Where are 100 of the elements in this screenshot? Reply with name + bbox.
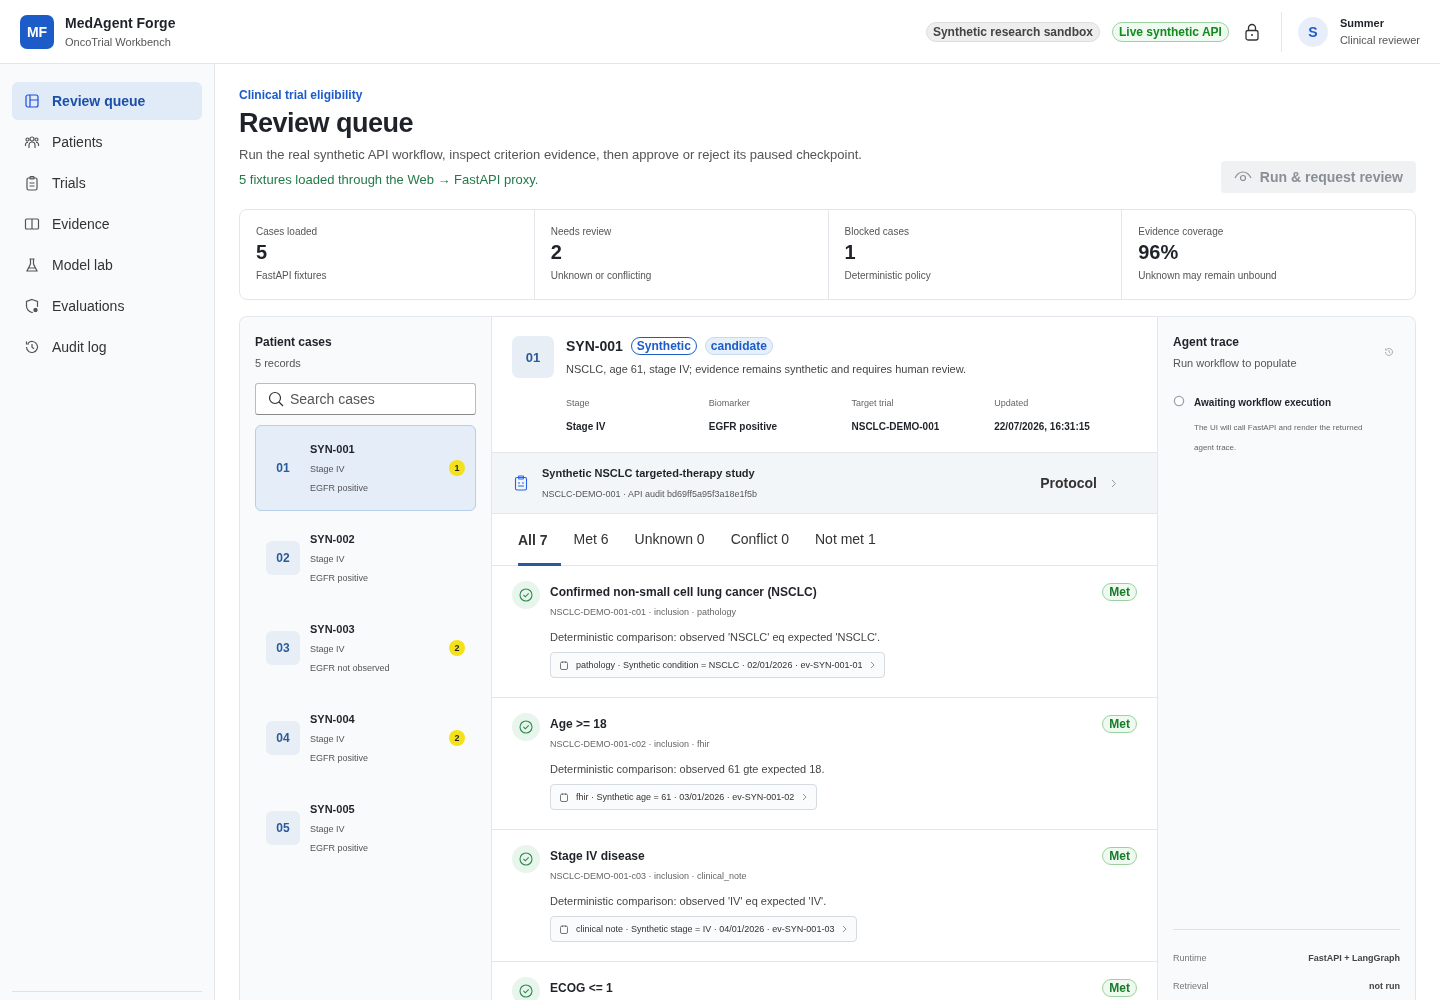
criterion-title: Confirmed non-small cell lung cancer (NSCLC) <box>550 585 817 599</box>
app-name: MedAgent Forge <box>65 15 176 31</box>
case-summary: NSCLC, age 61, stage IV; evidence remains synthetic and requires human review. <box>566 363 967 375</box>
chevron-icon <box>870 661 876 669</box>
field-value: Stage IV <box>566 421 607 432</box>
stat-label: Needs review <box>550 226 613 237</box>
clipboard-icon <box>514 475 528 491</box>
user-avatar[interactable]: S <box>1297 16 1328 47</box>
shield-icon <box>24 298 40 314</box>
check-icon <box>512 845 540 873</box>
document-icon <box>560 924 568 934</box>
field-label: Updated <box>994 398 1030 408</box>
filter-tab[interactable]: Met 6 <box>560 514 622 566</box>
alert-count: 2 <box>449 730 465 746</box>
case-number: 01 <box>512 336 554 378</box>
record-count: 5 records <box>255 357 302 369</box>
nav-item[interactable]: Patients <box>12 123 202 161</box>
layout-icon <box>24 93 40 109</box>
section-eyebrow: Clinical trial eligibility <box>239 88 364 102</box>
criterion-title: Age >= 18 <box>550 717 607 731</box>
case-number: 04 <box>266 721 300 755</box>
case-id: SYN-002 <box>310 533 356 545</box>
stat-value: 5 <box>256 241 269 264</box>
field-value: NSCLC-DEMO-001 <box>851 421 941 432</box>
case-item[interactable]: 01 SYN-001 Stage IV EGFR positive 1 <box>255 425 476 511</box>
case-stage: Stage IV <box>310 734 346 744</box>
flask-icon <box>24 257 40 273</box>
nav-item[interactable]: Evidence <box>12 205 202 243</box>
panel-title: Agent trace <box>1173 335 1241 349</box>
filter-tab[interactable]: Conflict 0 <box>717 514 802 566</box>
nav-item[interactable]: Trials <box>12 164 202 202</box>
field-value: EGFR positive <box>708 421 779 432</box>
chevron-icon <box>1111 478 1117 488</box>
criterion-title: ECOG <= 1 <box>550 981 613 995</box>
criterion-status: Met <box>1102 847 1137 865</box>
case-biomarker: EGFR positive <box>310 843 370 853</box>
criterion-status: Met <box>1102 979 1137 997</box>
evidence-chip[interactable]: fhir · Synthetic age = 61 · 03/01/2026 · ev-SYN-001-02 <box>550 784 818 810</box>
check-icon <box>512 581 540 609</box>
info-label: Retrieval <box>1173 981 1209 991</box>
history-icon <box>24 339 40 355</box>
panel-subtitle: Run workflow to populate <box>1173 357 1297 369</box>
case-item[interactable]: 03 SYN-003 Stage IV EGFR not observed 2 <box>255 605 476 691</box>
check-icon <box>512 713 540 741</box>
page-title: Review queue <box>239 108 415 139</box>
criterion-meta: NSCLC-DEMO-001-c02 · inclusion · fhir <box>550 739 710 749</box>
info-value: FastAPI + LangGraph <box>1308 953 1400 963</box>
evidence-chip[interactable]: clinical note · Synthetic stage = IV · 04/01/2026 · ev-SYN-001-03 <box>550 916 858 942</box>
case-id: SYN-005 <box>310 803 356 815</box>
info-value: not run <box>1369 981 1400 991</box>
user-name: Summer <box>1339 17 1385 29</box>
criterion-status: Met <box>1102 583 1137 601</box>
stat-note: Unknown or conflicting <box>550 270 653 281</box>
document-icon <box>560 792 568 802</box>
pending-icon <box>1173 395 1185 407</box>
case-biomarker: EGFR not observed <box>310 663 391 673</box>
case-item[interactable]: 04 SYN-004 Stage IV EGFR positive 2 <box>255 695 476 781</box>
criterion-status: Met <box>1102 715 1137 733</box>
nav-item[interactable]: Evaluations <box>12 287 202 325</box>
app-logo: MF <box>20 14 54 49</box>
case-number: 02 <box>266 541 300 575</box>
protocol-link[interactable]: Protocol <box>1040 475 1097 491</box>
check-icon <box>512 977 540 1000</box>
case-item[interactable]: 05 SYN-005 Stage IV EGFR positive <box>255 785 476 871</box>
filter-tab[interactable]: All 7 <box>518 514 561 566</box>
status-message: 5 fixtures loaded through the Web → FastAPI proxy. <box>239 172 540 187</box>
nav-item[interactable]: Review queue <box>12 82 202 120</box>
case-biomarker: EGFR positive <box>310 483 370 493</box>
trial-meta: NSCLC-DEMO-001 · API audit bd69ff5a95f3a18e1f5b <box>542 489 758 499</box>
field-label: Biomarker <box>708 398 751 408</box>
alert-count: 1 <box>449 460 465 476</box>
people-icon <box>24 134 40 150</box>
lock-icon[interactable] <box>1244 22 1259 41</box>
document-icon <box>560 660 568 670</box>
case-item[interactable]: 02 SYN-002 Stage IV EGFR positive <box>255 515 476 601</box>
book-icon <box>24 216 40 232</box>
evidence-chip[interactable]: pathology · Synthetic condition = NSCLC · 02/01/2026 · ev-SYN-001-01 <box>550 652 886 678</box>
criterion-explanation: Deterministic comparison: observed 'NSCLC' eq expected 'NSCLC'. <box>550 631 880 643</box>
field-value: 22/07/2026, 16:31:15 <box>994 421 1091 432</box>
case-biomarker: EGFR positive <box>310 753 370 763</box>
case-stage: Stage IV <box>310 554 346 564</box>
panel-title: Patient cases <box>255 335 333 349</box>
filter-tab[interactable]: Not met 1 <box>802 514 889 566</box>
case-id: SYN-003 <box>310 623 356 635</box>
case-number: 03 <box>266 631 300 665</box>
case-biomarker: EGFR positive <box>310 573 370 583</box>
criterion-explanation: Deterministic comparison: observed 'IV' eq expected 'IV'. <box>550 895 827 907</box>
nav-item[interactable]: Model lab <box>12 246 202 284</box>
search-field[interactable]: Search cases <box>255 383 476 415</box>
case-number: 01 <box>275 460 291 477</box>
nav-item[interactable]: Audit log <box>12 328 202 366</box>
case-stage: Stage IV <box>310 464 346 474</box>
case-id: SYN-001 <box>310 443 356 455</box>
app-subtitle: OncoTrial Workbench <box>65 36 172 48</box>
field-label: Stage <box>566 398 591 408</box>
step-description: The UI will call FastAPI and render the returned agent trace. <box>1194 422 1364 454</box>
stat-note: FastAPI fixtures <box>256 270 328 281</box>
case-number: 05 <box>266 811 300 845</box>
clipboard-icon <box>24 175 40 191</box>
filter-tab[interactable]: Unknown 0 <box>621 514 718 566</box>
